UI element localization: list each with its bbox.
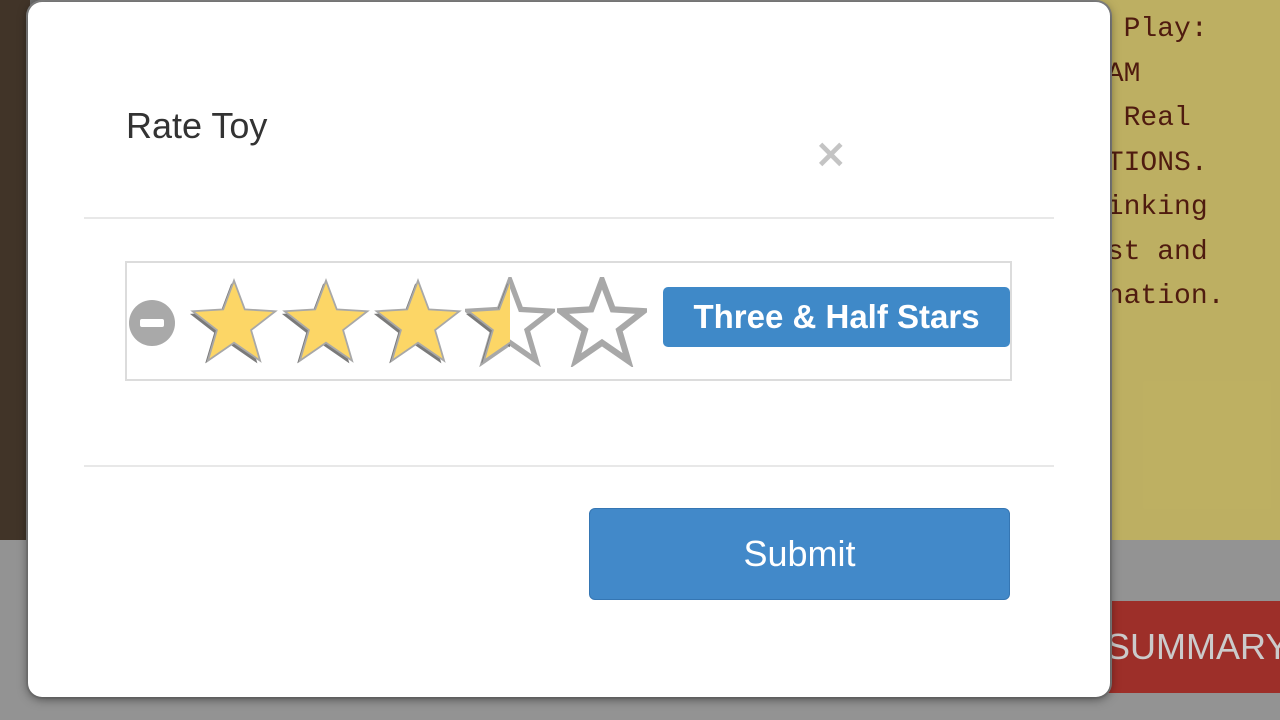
footer-divider <box>84 465 1054 467</box>
star-icon[interactable] <box>189 277 279 367</box>
star-icon[interactable] <box>465 277 555 367</box>
submit-button[interactable]: Submit <box>589 508 1010 600</box>
rate-toy-modal: Rate Toy × Three & Half Stars Submit <box>28 2 1110 697</box>
star-icon[interactable] <box>281 277 371 367</box>
star-icon[interactable] <box>557 277 647 367</box>
minus-circle-icon[interactable] <box>129 300 175 346</box>
close-icon[interactable]: × <box>814 134 848 174</box>
header-divider <box>84 217 1054 219</box>
star-rating-widget: Three & Half Stars <box>125 261 1012 381</box>
rating-caption-badge: Three & Half Stars <box>663 287 1010 347</box>
star-icon[interactable] <box>373 277 463 367</box>
modal-title: Rate Toy <box>126 105 268 146</box>
